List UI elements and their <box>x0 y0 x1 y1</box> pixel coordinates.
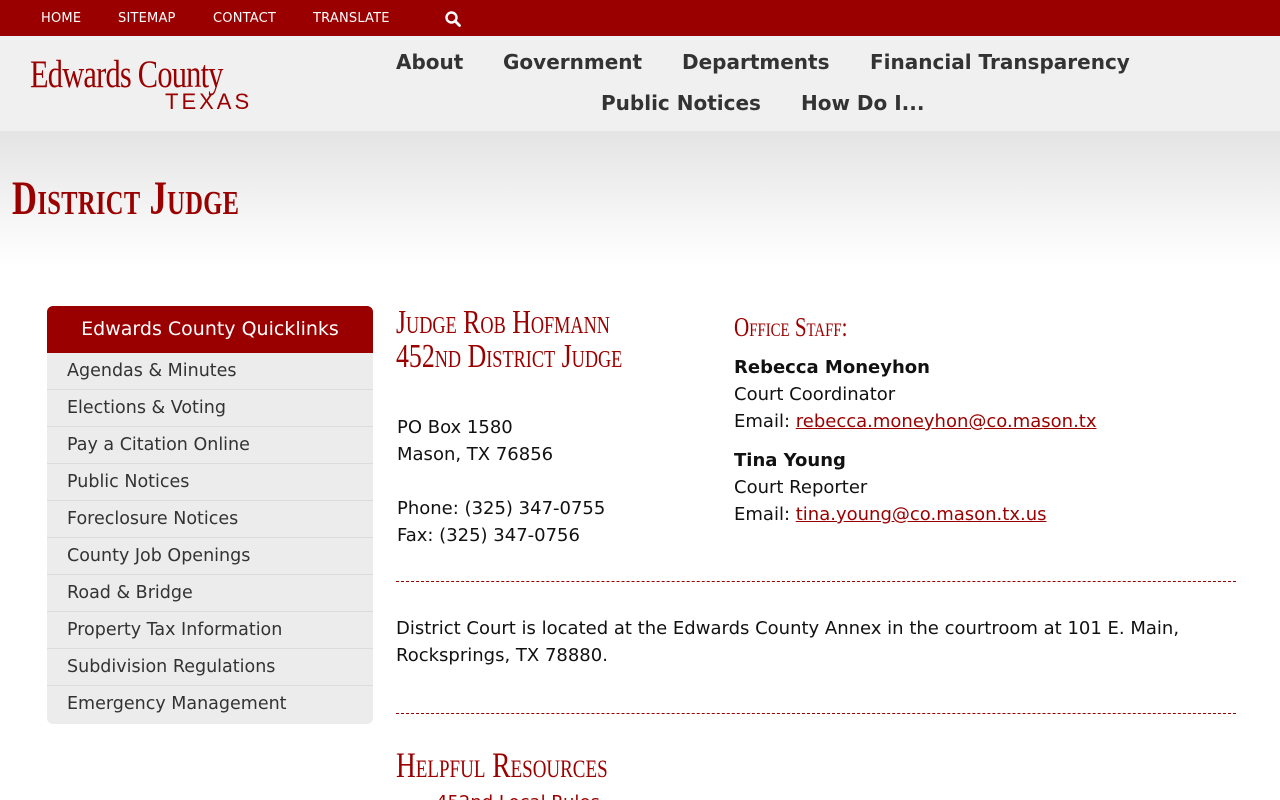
contact-link[interactable]: CONTACT <box>213 11 276 26</box>
quicklink-public-notices[interactable]: Public Notices <box>47 464 373 501</box>
nav-government[interactable]: Government <box>503 50 642 74</box>
logo-state-name: TEXAS <box>165 89 253 114</box>
nav-public-notices[interactable]: Public Notices <box>601 91 761 115</box>
section-divider <box>396 713 1236 714</box>
email-label: Email: <box>734 504 791 525</box>
translate-link[interactable]: TRANSLATE <box>313 11 390 26</box>
judge-fax: Fax: (325) 347-0756 <box>397 525 580 546</box>
nav-financial-transparency[interactable]: Financial Transparency <box>870 50 1130 74</box>
judge-phone: Phone: (325) 347-0755 <box>397 498 606 519</box>
email-label: Email: <box>734 411 791 432</box>
quicklinks-heading: Edwards County Quicklinks <box>47 306 373 353</box>
nav-about[interactable]: About <box>396 50 463 74</box>
judge-address-line1: PO Box 1580 <box>397 417 513 438</box>
site-header: Edwards County TEXAS About Government De… <box>0 36 1280 131</box>
page-title: District Judge <box>12 172 240 225</box>
nav-departments[interactable]: Departments <box>682 50 830 74</box>
quicklinks-sidebar: Edwards County Quicklinks Agendas & Minu… <box>47 306 373 724</box>
home-link[interactable]: HOME <box>41 11 81 26</box>
staff-email-link[interactable]: rebecca.moneyhon@co.mason.tx <box>796 411 1097 432</box>
staff-email-row: Email: tina.young@co.mason.tx.us <box>734 501 1047 528</box>
quicklink-emergency-management[interactable]: Emergency Management <box>47 686 373 723</box>
quicklink-subdivision-regulations[interactable]: Subdivision Regulations <box>47 649 373 686</box>
staff-role: Court Coordinator <box>734 384 896 405</box>
quicklink-road-bridge[interactable]: Road & Bridge <box>47 575 373 612</box>
sitemap-link[interactable]: SITEMAP <box>118 11 176 26</box>
staff-name: Tina Young <box>734 450 846 471</box>
county-logo[interactable]: Edwards County TEXAS <box>30 54 260 114</box>
staff-email-link[interactable]: tina.young@co.mason.tx.us <box>796 504 1047 525</box>
location-line2: Rocksprings, TX 78880. <box>396 645 608 666</box>
quicklink-agendas-minutes[interactable]: Agendas & Minutes <box>47 353 373 390</box>
quicklink-pay-citation[interactable]: Pay a Citation Online <box>47 427 373 464</box>
page-banner: District Judge <box>0 131 1280 266</box>
utility-bar: HOME SITEMAP CONTACT TRANSLATE <box>0 0 1280 36</box>
judge-address-line2: Mason, TX 76856 <box>397 444 554 465</box>
helpful-resources-heading: Helpful Resources <box>396 745 608 785</box>
quicklink-foreclosure-notices[interactable]: Foreclosure Notices <box>47 501 373 538</box>
judge-title: 452nd District Judge <box>396 338 623 375</box>
quicklink-property-tax[interactable]: Property Tax Information <box>47 612 373 649</box>
quicklink-elections-voting[interactable]: Elections & Voting <box>47 390 373 427</box>
staff-email-row: Email: rebecca.moneyhon@co.mason.tx <box>734 408 1097 435</box>
section-divider <box>396 581 1236 582</box>
staff-role: Court Reporter <box>734 477 868 498</box>
quicklink-job-openings[interactable]: County Job Openings <box>47 538 373 575</box>
staff-name: Rebecca Moneyhon <box>734 357 930 378</box>
resource-link[interactable]: 452nd Local Rules <box>436 792 600 800</box>
search-icon[interactable] <box>444 10 462 28</box>
location-line1: District Court is located at the Edwards… <box>396 618 1180 639</box>
nav-how-do-i[interactable]: How Do I... <box>801 91 924 115</box>
judge-name: Judge Rob Hofmann <box>396 304 610 341</box>
office-staff-heading: Office Staff: <box>734 312 848 342</box>
